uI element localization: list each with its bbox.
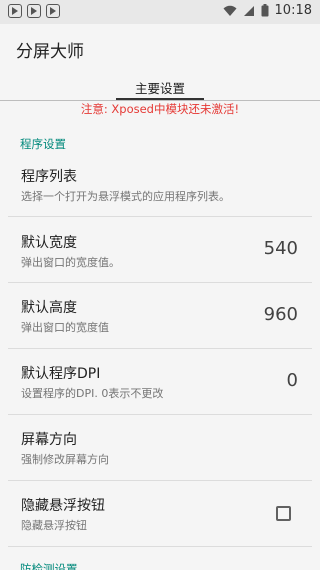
pref-title: 默认高度	[21, 300, 77, 316]
section-header-anti-detection: 防检测设置	[20, 562, 78, 570]
clock: 10:18	[274, 3, 312, 18]
section-header-program-settings: 程序设置	[20, 137, 66, 151]
signal-icon	[243, 5, 254, 16]
pref-title: 程序列表	[21, 169, 77, 185]
pref-value: 960	[263, 304, 298, 325]
pref-default-height[interactable]: 默认高度 弹出窗口的宽度值 960	[0, 283, 320, 348]
module-inactive-warning: 注意: Xposed中模块还未激活!	[80, 102, 240, 116]
pref-screen-orientation[interactable]: 屏幕方向 强制修改屏幕方向	[0, 415, 320, 480]
battery-icon	[261, 4, 269, 17]
tab-bar: 主要设置	[0, 72, 320, 101]
pref-title: 默认宽度	[21, 235, 77, 251]
wifi-icon	[223, 5, 237, 16]
pref-default-width[interactable]: 默认宽度 弹出窗口的宽度值。 540	[0, 217, 320, 282]
app-title: 分屏大师	[16, 42, 84, 62]
pref-value: 0	[286, 370, 298, 391]
pref-title: 屏幕方向	[21, 432, 77, 448]
pref-app-list[interactable]: 程序列表 选择一个打开为悬浮模式的应用程序列表。	[0, 160, 320, 216]
divider	[8, 546, 312, 547]
pref-title: 隐藏悬浮按钮	[21, 498, 105, 514]
app-bar: 分屏大师	[0, 24, 320, 72]
pref-summary: 弹出窗口的宽度值	[21, 321, 109, 334]
notification-icons	[8, 4, 60, 18]
pref-summary: 强制修改屏幕方向	[21, 453, 109, 466]
tab-indicator	[116, 98, 204, 100]
app-notification-icon	[8, 4, 22, 18]
pref-hide-floating-button[interactable]: 隐藏悬浮按钮 隐藏悬浮按钮	[0, 481, 320, 546]
pref-title: 默认程序DPI	[21, 366, 101, 382]
pref-summary: 设置程序的DPI. 0表示不更改	[21, 387, 164, 400]
status-bar: 10:18	[0, 0, 320, 24]
pref-summary: 弹出窗口的宽度值。	[21, 256, 120, 269]
pref-summary: 选择一个打开为悬浮模式的应用程序列表。	[21, 190, 230, 203]
pref-default-dpi[interactable]: 默认程序DPI 设置程序的DPI. 0表示不更改 0	[0, 349, 320, 414]
tab-main-settings[interactable]: 主要设置	[122, 78, 198, 97]
app-notification-icon	[46, 4, 60, 18]
hide-floating-button-checkbox[interactable]	[276, 506, 291, 521]
pref-summary: 隐藏悬浮按钮	[21, 519, 87, 532]
pref-value: 540	[263, 238, 298, 259]
app-notification-icon	[27, 4, 41, 18]
